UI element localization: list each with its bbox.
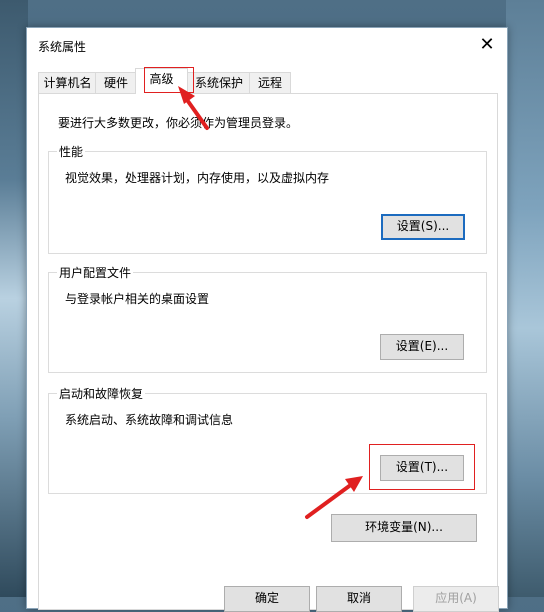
desktop-background-left: [0, 0, 28, 597]
performance-group: 性能 视觉效果，处理器计划，内存使用，以及虚拟内存 设置(S)...: [48, 143, 487, 254]
desktop-background-right: [506, 0, 544, 597]
advanced-tab-panel: 要进行大多数更改，你必须作为管理员登录。 性能 视觉效果，处理器计划，内存使用，…: [38, 93, 498, 610]
admin-note: 要进行大多数更改，你必须作为管理员登录。: [58, 116, 299, 130]
tab-advanced[interactable]: 高级: [135, 68, 188, 94]
tab-system-protection[interactable]: 系统保护: [187, 72, 251, 93]
startup-recovery-group-title: 启动和故障恢复: [57, 385, 146, 402]
system-properties-dialog: 系统属性 ✕ 计算机名 硬件 高级 系统保护 远程 要进行大多数更改，你必须作为…: [26, 27, 508, 612]
environment-variables-button[interactable]: 环境变量(N)...: [331, 514, 477, 542]
user-profiles-description: 与登录帐户相关的桌面设置: [65, 292, 210, 306]
startup-recovery-description: 系统启动、系统故障和调试信息: [65, 413, 234, 427]
apply-button[interactable]: 应用(A): [413, 586, 499, 612]
performance-description: 视觉效果，处理器计划，内存使用，以及虚拟内存: [65, 171, 330, 185]
user-profiles-settings-button[interactable]: 设置(E)...: [380, 334, 464, 360]
close-icon[interactable]: ✕: [467, 28, 507, 62]
startup-recovery-group: 启动和故障恢复 系统启动、系统故障和调试信息 设置(T)...: [48, 385, 487, 494]
cancel-button[interactable]: 取消: [316, 586, 402, 612]
window-title: 系统属性: [38, 40, 87, 54]
title-bar: 系统属性 ✕: [27, 28, 507, 62]
tab-remote[interactable]: 远程: [249, 72, 291, 93]
ok-button[interactable]: 确定: [224, 586, 310, 612]
performance-settings-button[interactable]: 设置(S)...: [381, 214, 465, 240]
user-profiles-group: 用户配置文件 与登录帐户相关的桌面设置 设置(E)...: [48, 264, 487, 373]
performance-group-title: 性能: [57, 143, 86, 160]
user-profiles-group-title: 用户配置文件: [57, 264, 134, 281]
tab-hardware[interactable]: 硬件: [95, 72, 137, 93]
startup-recovery-settings-button[interactable]: 设置(T)...: [380, 455, 464, 481]
tab-computer-name[interactable]: 计算机名: [38, 72, 97, 93]
